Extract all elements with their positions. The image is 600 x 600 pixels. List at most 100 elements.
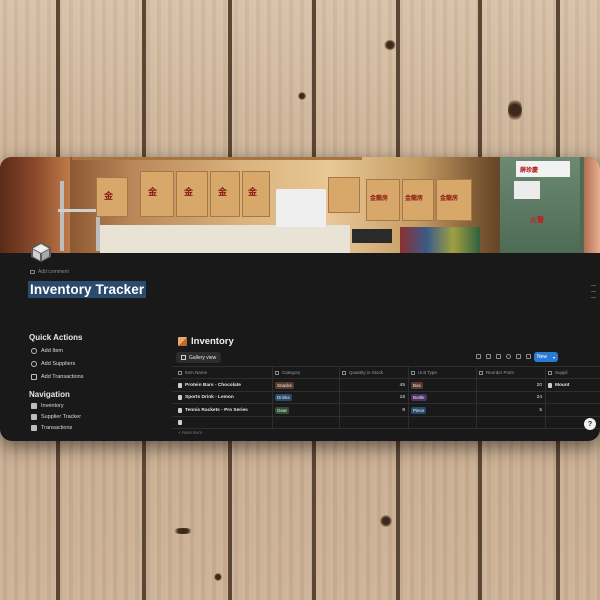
quantity-text: 45: [399, 382, 405, 388]
new-item-button[interactable]: + New item: [178, 431, 202, 436]
new-button[interactable]: New ▾: [534, 352, 558, 362]
table-divider: [339, 366, 340, 428]
nav-item-label: Transactions: [41, 424, 73, 431]
column-header-quantity[interactable]: Quantity in Stock: [342, 368, 383, 377]
cover-image: 金 金 金 金 金 金龍房 金龍房 金龍房 薛珍慶 火警: [0, 157, 600, 253]
scroll-indicator[interactable]: [591, 297, 596, 298]
add-comment-button[interactable]: Add comment: [30, 269, 69, 275]
nav-item-transactions[interactable]: Transactions: [31, 423, 72, 432]
category-cell[interactable]: Drinks: [275, 391, 292, 403]
quick-action-add-transactions[interactable]: Add Transactions: [31, 372, 84, 381]
quantity-cell[interactable]: 45: [342, 379, 405, 391]
column-header-label: Item Name: [185, 370, 208, 375]
reorder-text: 24: [536, 394, 542, 400]
automation-icon[interactable]: [496, 354, 501, 359]
select-icon: [411, 370, 415, 375]
new-button-label: New: [537, 354, 548, 360]
column-header-supplier[interactable]: Suppli: [548, 368, 568, 377]
quick-action-label: Add Suppliers: [41, 360, 76, 367]
plus-circle-icon: [31, 360, 37, 367]
sort-icon[interactable]: [486, 354, 491, 359]
page-icon: [178, 407, 182, 413]
category-cell[interactable]: Gear: [275, 404, 290, 416]
column-header-label: Category: [282, 370, 301, 375]
page-icon: [31, 402, 37, 409]
select-icon: [275, 370, 279, 375]
table-row-item-name[interactable]: Sports Drink - Lemon: [178, 391, 234, 403]
page-icon: [31, 424, 37, 431]
plus-circle-icon: [31, 347, 37, 354]
column-header-label: Suppli: [555, 370, 568, 375]
nav-item-label: Supplier Tracker: [41, 413, 82, 420]
column-header-reorder-point[interactable]: Reorder Point: [479, 368, 514, 377]
item-name-text: Tennis Rackets - Pro Series: [185, 407, 248, 413]
chevron-down-icon[interactable]: ▾: [553, 355, 555, 360]
expand-icon[interactable]: [516, 354, 521, 359]
table-divider: [545, 366, 546, 428]
quick-action-add-suppliers[interactable]: Add Suppliers: [31, 359, 75, 368]
unit-tag: Bottle: [411, 393, 427, 401]
reorder-cell[interactable]: 24: [479, 391, 542, 403]
search-icon[interactable]: [506, 354, 511, 359]
item-name-text: Sports Drink - Lemon: [185, 394, 234, 400]
reorder-cell[interactable]: 20: [479, 379, 542, 391]
column-header-unit-type[interactable]: Unit Type: [411, 368, 437, 377]
category-tag: Drinks: [275, 393, 292, 401]
table-row-empty[interactable]: [178, 416, 182, 428]
scroll-indicator[interactable]: [591, 285, 596, 286]
item-name-text: Protein Bars - Chocolate: [185, 382, 241, 388]
database-title[interactable]: Inventory: [178, 336, 234, 347]
comment-icon: [30, 270, 35, 274]
quantity-cell[interactable]: 8: [342, 404, 405, 416]
quick-action-label: Add Transactions: [41, 373, 84, 380]
column-header-label: Reorder Point: [486, 370, 514, 375]
wood-knot: [214, 573, 222, 581]
nav-item-supplier-tracker[interactable]: Supplier Tracker: [31, 412, 81, 421]
view-tab-label: Gallery view: [189, 354, 217, 361]
filter-icon[interactable]: [476, 354, 481, 359]
page-icon: [548, 382, 552, 388]
table-divider: [272, 366, 273, 428]
quick-actions-heading: Quick Actions: [29, 333, 83, 342]
reorder-text: 5: [539, 407, 542, 413]
page-icon: [178, 382, 182, 388]
wood-knot: [298, 92, 306, 100]
category-cell[interactable]: Snacks: [275, 379, 294, 391]
column-header-label: Quantity in Stock: [349, 370, 384, 375]
supplier-cell[interactable]: Mount: [548, 379, 569, 391]
column-header-item-name[interactable]: Item Name: [178, 368, 207, 377]
page-icon: [178, 394, 182, 400]
scroll-indicator[interactable]: [591, 291, 596, 292]
page-icon: [178, 419, 182, 425]
more-icon[interactable]: [526, 354, 531, 359]
wood-knot: [508, 98, 522, 122]
help-button[interactable]: ?: [584, 418, 596, 430]
unit-tag: Box: [411, 381, 423, 389]
navigation-heading: Navigation: [29, 390, 70, 399]
quick-action-label: Add Item: [41, 347, 64, 354]
page-title[interactable]: Inventory Tracker: [28, 281, 147, 298]
quantity-cell[interactable]: 18: [342, 391, 405, 403]
table-row-item-name[interactable]: Protein Bars - Chocolate: [178, 379, 241, 391]
nav-item-label: Inventory: [41, 402, 64, 409]
wood-knot: [384, 40, 396, 50]
relation-icon: [548, 370, 552, 375]
nav-item-inventory[interactable]: Inventory: [31, 401, 64, 410]
reorder-text: 20: [536, 382, 542, 388]
column-header-category[interactable]: Category: [275, 368, 300, 377]
reorder-cell[interactable]: 5: [479, 404, 542, 416]
tab-gallery-view[interactable]: Gallery view: [176, 352, 222, 363]
wood-knot: [172, 528, 194, 534]
unit-type-cell[interactable]: Bottle: [411, 391, 427, 403]
table-divider: [172, 366, 600, 367]
quick-action-add-item[interactable]: Add Item: [31, 346, 63, 355]
database-title-label: Inventory: [191, 336, 234, 347]
supplier-text: Mount: [555, 382, 570, 388]
table-divider: [172, 428, 600, 429]
unit-type-cell[interactable]: Box: [411, 379, 423, 391]
quantity-text: 18: [399, 394, 405, 400]
database-toolbar: [476, 354, 531, 359]
table-row-item-name[interactable]: Tennis Rackets - Pro Series: [178, 404, 248, 416]
unit-type-cell[interactable]: Piece: [411, 404, 427, 416]
cube-icon: [178, 337, 187, 346]
